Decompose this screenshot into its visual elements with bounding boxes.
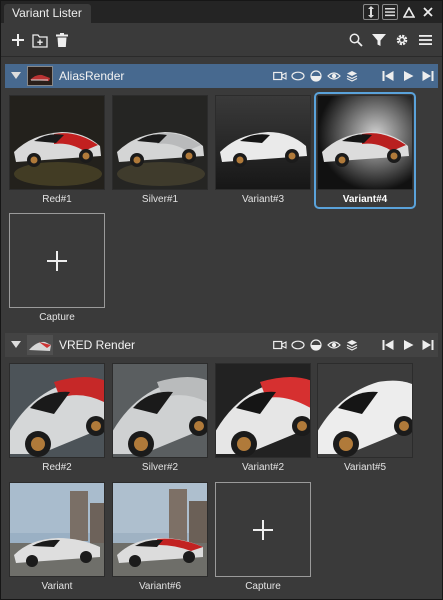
plus-icon bbox=[47, 250, 67, 271]
environment-icon[interactable] bbox=[291, 68, 305, 84]
skip-to-start-icon[interactable] bbox=[381, 337, 395, 353]
capture-button[interactable] bbox=[215, 482, 311, 577]
play-icon[interactable] bbox=[401, 337, 415, 353]
toolbar bbox=[1, 25, 442, 55]
visibility-eye-icon[interactable] bbox=[327, 68, 341, 84]
section-title: VRED Render bbox=[59, 338, 136, 352]
variant-card[interactable]: Variant#2 bbox=[215, 363, 311, 474]
section-thumbnail bbox=[27, 66, 53, 86]
video-camera-icon[interactable] bbox=[273, 68, 287, 84]
variant-label: Variant#5 bbox=[343, 462, 387, 473]
visibility-eye-icon[interactable] bbox=[327, 337, 341, 353]
variant-thumbnail[interactable] bbox=[9, 482, 105, 577]
capture-card[interactable]: Capture bbox=[9, 213, 105, 324]
toolbar-divider bbox=[1, 56, 442, 57]
variant-thumbnail[interactable] bbox=[9, 363, 105, 458]
variant-label: Variant#2 bbox=[241, 462, 285, 473]
variant-thumbnail[interactable] bbox=[317, 95, 413, 190]
variant-label: Variant#3 bbox=[241, 194, 285, 205]
collapse-caret-icon[interactable] bbox=[11, 72, 21, 79]
add-icon[interactable] bbox=[10, 32, 26, 48]
add-group-icon[interactable] bbox=[32, 32, 48, 48]
filter-icon[interactable] bbox=[371, 32, 387, 48]
search-icon[interactable] bbox=[348, 32, 364, 48]
section-title: AliasRender bbox=[59, 69, 125, 83]
variant-label: Red#1 bbox=[42, 194, 72, 205]
variant-card[interactable]: Red#2 bbox=[9, 363, 105, 474]
capture-label: Capture bbox=[245, 581, 281, 592]
tab-variant-lister[interactable]: Variant Lister bbox=[4, 4, 91, 23]
skip-to-start-icon[interactable] bbox=[381, 68, 395, 84]
capture-card[interactable]: Capture bbox=[215, 482, 311, 593]
variant-label: Variant#6 bbox=[138, 581, 182, 592]
video-camera-icon[interactable] bbox=[273, 337, 287, 353]
variant-label: Red#2 bbox=[42, 462, 72, 473]
maximize-icon[interactable] bbox=[401, 4, 417, 20]
variant-label: Variant bbox=[41, 581, 73, 592]
capture-label: Capture bbox=[39, 312, 75, 323]
plus-icon bbox=[253, 519, 273, 540]
expand-vertical-icon[interactable] bbox=[363, 4, 379, 20]
layers-icon[interactable] bbox=[345, 337, 359, 353]
skip-to-end-icon[interactable] bbox=[421, 68, 435, 84]
variant-label: Silver#1 bbox=[141, 194, 179, 205]
variant-card[interactable]: Variant#6 bbox=[112, 482, 208, 593]
environment-icon[interactable] bbox=[291, 337, 305, 353]
tab-bar: Variant Lister bbox=[1, 1, 442, 23]
variant-card[interactable]: Variant#3 bbox=[215, 95, 311, 206]
material-ball-icon[interactable] bbox=[309, 68, 323, 84]
variant-thumbnail[interactable] bbox=[112, 363, 208, 458]
variant-card[interactable]: Silver#1 bbox=[112, 95, 208, 206]
skip-to-end-icon[interactable] bbox=[421, 337, 435, 353]
variant-lister-panel: Variant Lister AliasRender Red#1 Silver#… bbox=[0, 0, 443, 600]
variant-thumbnail[interactable] bbox=[112, 482, 208, 577]
capture-button[interactable] bbox=[9, 213, 105, 308]
variant-label: Variant#4 bbox=[342, 194, 388, 205]
variant-card[interactable]: Variant bbox=[9, 482, 105, 593]
variant-card-selected[interactable]: Variant#4 bbox=[314, 92, 416, 209]
variant-thumbnail[interactable] bbox=[317, 363, 413, 458]
delete-icon[interactable] bbox=[54, 32, 70, 48]
material-ball-icon[interactable] bbox=[309, 337, 323, 353]
variant-thumbnail[interactable] bbox=[9, 95, 105, 190]
variant-thumbnail[interactable] bbox=[112, 95, 208, 190]
close-icon[interactable] bbox=[420, 4, 436, 20]
section-header-aliasrender[interactable]: AliasRender bbox=[5, 64, 438, 88]
variant-card[interactable]: Variant#5 bbox=[317, 363, 413, 474]
gear-icon[interactable] bbox=[394, 32, 410, 48]
hamburger-menu-icon[interactable] bbox=[417, 32, 433, 48]
layers-icon[interactable] bbox=[345, 68, 359, 84]
section-thumbnail bbox=[27, 335, 53, 355]
variant-label: Silver#2 bbox=[141, 462, 179, 473]
collapse-caret-icon[interactable] bbox=[11, 341, 21, 348]
variant-thumbnail[interactable] bbox=[215, 95, 311, 190]
play-icon[interactable] bbox=[401, 68, 415, 84]
variant-card[interactable]: Silver#2 bbox=[112, 363, 208, 474]
section-header-vred-render[interactable]: VRED Render bbox=[5, 333, 438, 357]
list-menu-icon[interactable] bbox=[382, 4, 398, 20]
variant-card[interactable]: Red#1 bbox=[9, 95, 105, 206]
variant-thumbnail[interactable] bbox=[215, 363, 311, 458]
